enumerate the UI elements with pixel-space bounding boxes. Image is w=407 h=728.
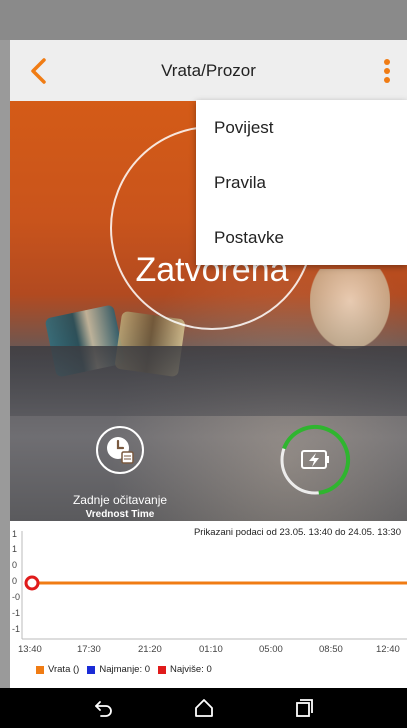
legend-label-max: Najviše: 0 — [170, 664, 212, 675]
legend-swatch-max — [158, 665, 167, 674]
recents-icon — [296, 699, 313, 717]
background-lamp — [310, 269, 390, 349]
nav-home-button[interactable] — [192, 696, 216, 720]
overflow-menu: Povijest Pravila Postavke — [196, 100, 407, 265]
series-start-marker — [24, 575, 40, 591]
x-tick-label: 17:30 — [77, 644, 101, 655]
x-tick-label: 01:10 — [199, 644, 223, 655]
legend-label-min: Najmanje: 0 — [99, 664, 151, 675]
toolbar: Vrata/Prozor — [10, 40, 407, 102]
left-edge — [0, 40, 10, 688]
history-chart: Prikazani podaci od 23.05. 13:40 do 24.0… — [10, 521, 407, 688]
x-tick-label: 08:50 — [319, 644, 343, 655]
app-window: Vrata/Prozor Zatvorena Zadnje očitavanje… — [10, 40, 407, 688]
home-icon — [195, 699, 213, 717]
back-arrow-icon — [95, 701, 112, 717]
system-status-bar — [0, 0, 407, 40]
x-tick-label: 05:00 — [259, 644, 283, 655]
legend-label-vrata: Vrata () — [48, 664, 80, 675]
more-vertical-icon — [384, 59, 390, 83]
menu-item-history[interactable]: Povijest — [196, 100, 407, 155]
menu-item-settings[interactable]: Postavke — [196, 210, 407, 265]
chart-legend: Vrata () Najmanje: 0 Najviše: 0 — [36, 664, 212, 675]
legend-swatch-min — [87, 665, 96, 674]
legend-swatch-vrata — [36, 665, 44, 674]
x-tick-label: 12:40 — [376, 644, 400, 655]
x-tick-label: 13:40 — [18, 644, 42, 655]
background-sofa — [10, 346, 407, 416]
last-reading-button[interactable] — [96, 426, 144, 474]
x-tick-label: 21:20 — [138, 644, 162, 655]
chart-plot-area — [21, 531, 407, 640]
last-reading-label: Zadnje očitavanje — [72, 493, 168, 507]
battery-charging-icon — [280, 425, 350, 495]
menu-item-rules[interactable]: Pravila — [196, 155, 407, 210]
system-navigation-bar — [0, 688, 407, 728]
clock-calendar-icon — [107, 437, 134, 464]
overflow-menu-button[interactable] — [377, 56, 397, 86]
page-title: Vrata/Prozor — [161, 61, 256, 80]
nav-recents-button[interactable] — [292, 696, 316, 720]
battery-indicator[interactable] — [278, 423, 352, 497]
last-reading-value: Vrednost Time — [85, 509, 155, 520]
nav-back-button[interactable] — [92, 696, 116, 720]
